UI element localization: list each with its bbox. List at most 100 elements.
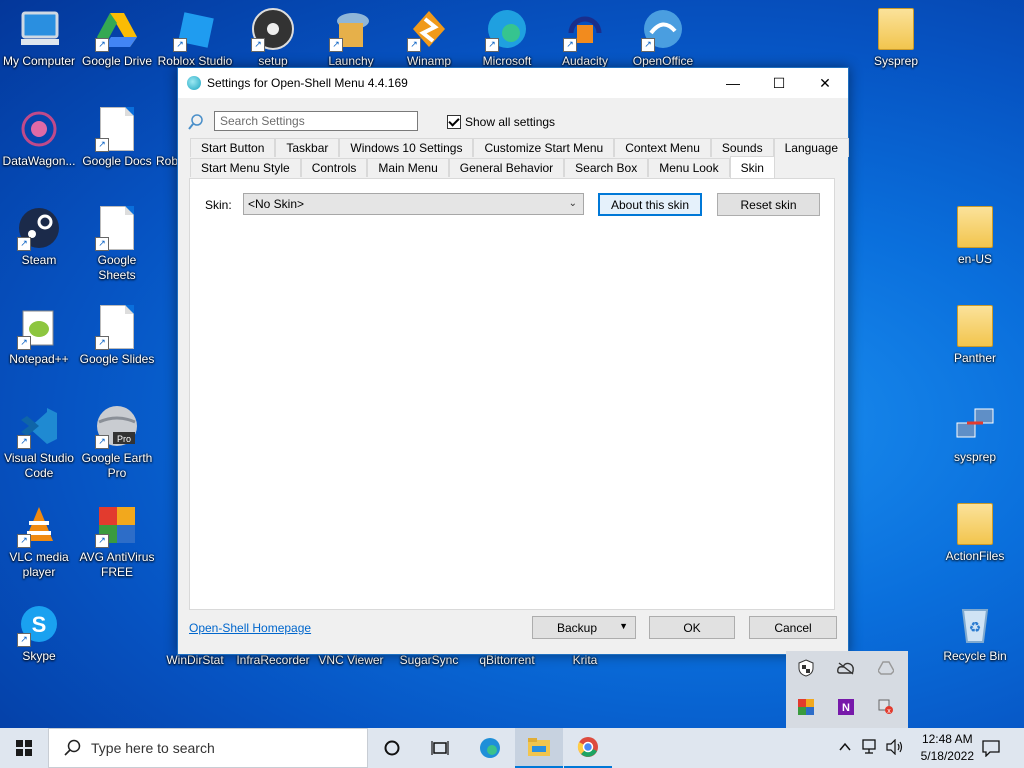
maximize-button[interactable]: ☐ xyxy=(756,68,802,98)
tab-row-2: Start Menu Style Controls Main Menu Gene… xyxy=(190,156,775,178)
desktop-icon-notepad-plus-plus[interactable]: ↗ Notepad++ xyxy=(0,298,78,367)
tab-controls[interactable]: Controls xyxy=(300,158,368,177)
search-settings-input[interactable]: Search Settings xyxy=(214,111,418,131)
tab-general-behavior[interactable]: General Behavior xyxy=(448,158,565,177)
network-error-tray-icon[interactable]: x xyxy=(876,697,896,717)
taskbar-clock[interactable]: 12:48 AM 5/18/2022 xyxy=(921,731,974,765)
about-this-skin-button[interactable]: About this skin xyxy=(598,193,702,216)
volume-icon[interactable] xyxy=(886,738,904,758)
tab-taskbar[interactable]: Taskbar xyxy=(275,138,340,157)
backup-button[interactable]: Backup ▼ xyxy=(532,616,636,639)
desktop-icon-google-drive[interactable]: ↗ Google Drive xyxy=(78,0,156,69)
title-bar[interactable]: Settings for Open-Shell Menu 4.4.169 — ☐… xyxy=(178,68,848,98)
desktop-icon-vlc[interactable]: ↗ VLC media player xyxy=(0,496,78,580)
roblox-icon xyxy=(156,106,178,152)
taskbar-search-placeholder: Type here to search xyxy=(91,740,215,756)
network-icon[interactable] xyxy=(862,739,880,758)
skin-panel: Skin: <No Skin> ⌄ About this skin Reset … xyxy=(189,178,835,610)
launchy-icon: ↗ xyxy=(327,6,375,52)
desktop-icon-en-us-folder[interactable]: en-US xyxy=(936,198,1014,267)
skype-icon: S ↗ xyxy=(15,601,63,647)
edge-icon xyxy=(480,738,500,758)
desktop-icon-winamp[interactable]: ↗ Winamp xyxy=(390,0,468,68)
clock-date: 5/18/2022 xyxy=(920,749,974,763)
tab-start-menu-style[interactable]: Start Menu Style xyxy=(190,158,301,177)
desktop-icon-openoffice[interactable]: ↗ OpenOffice xyxy=(624,0,702,68)
ok-button[interactable]: OK xyxy=(649,616,735,639)
desktop-icon-sysprep-folder[interactable]: Sysprep xyxy=(857,0,935,69)
dropdown-arrow-icon[interactable]: ▼ xyxy=(619,621,628,631)
tab-windows-10-settings[interactable]: Windows 10 Settings xyxy=(339,138,474,157)
show-hidden-icons-chevron-icon[interactable] xyxy=(838,740,852,757)
desktop-icon-panther-folder[interactable]: Panther xyxy=(936,297,1014,366)
cortana-circle-icon xyxy=(384,740,400,756)
backup-button-label: Backup xyxy=(557,620,598,635)
google-drive-tray-icon[interactable] xyxy=(876,658,896,678)
taskbar: Type here to search 12:48 AM 5/18/2022 xyxy=(0,728,1024,768)
tab-search-box[interactable]: Search Box xyxy=(564,158,649,177)
desktop-icon-avg-antivirus[interactable]: ↗ AVG AntiVirus FREE xyxy=(78,496,156,580)
desktop-icon-sysprep-exe[interactable]: sysprep xyxy=(936,396,1014,465)
task-view-button[interactable] xyxy=(416,728,464,768)
desktop-icon-google-docs[interactable]: ↗ Google Docs xyxy=(78,100,156,169)
cancel-button[interactable]: Cancel xyxy=(749,616,837,639)
open-shell-homepage-link[interactable]: Open-Shell Homepage xyxy=(189,621,311,635)
tab-start-button[interactable]: Start Button xyxy=(190,138,276,157)
onedrive-offline-icon[interactable] xyxy=(836,658,856,678)
skin-dropdown[interactable]: <No Skin> ⌄ xyxy=(243,193,584,215)
desktop-icon-google-sheets[interactable]: ↗ Google Sheets xyxy=(78,199,156,283)
search-icon xyxy=(63,739,81,757)
desktop-icon-steam[interactable]: ↗ Steam xyxy=(0,199,78,268)
svg-text:x: x xyxy=(887,708,891,715)
desktop-icon-skype[interactable]: S ↗ Skype xyxy=(0,595,78,664)
settings-window: Settings for Open-Shell Menu 4.4.169 — ☐… xyxy=(177,67,849,655)
desktop-icon-setup[interactable]: ↗ setup xyxy=(234,0,312,68)
tab-menu-look[interactable]: Menu Look xyxy=(648,158,730,177)
tab-customize-start-menu[interactable]: Customize Start Menu xyxy=(473,138,615,157)
desktop-icon-google-earth-pro[interactable]: Pro ↗ Google Earth Pro xyxy=(78,397,156,481)
recycle-bin-icon: ♻ xyxy=(951,601,999,647)
tab-context-menu[interactable]: Context Menu xyxy=(614,138,711,157)
windows-logo-icon xyxy=(16,740,32,756)
desktop-icon-visual-studio-code[interactable]: ↗ Visual Studio Code xyxy=(0,397,78,481)
tab-main-menu[interactable]: Main Menu xyxy=(367,158,449,177)
svg-text:♻: ♻ xyxy=(969,620,982,636)
tab-skin[interactable]: Skin xyxy=(729,156,775,178)
desktop-icon-actionfiles-folder[interactable]: ActionFiles xyxy=(936,495,1014,564)
checkbox-checked-icon[interactable] xyxy=(447,115,461,129)
folder-icon xyxy=(951,501,999,547)
show-all-settings-checkbox[interactable]: Show all settings xyxy=(447,115,555,129)
start-button[interactable] xyxy=(0,728,48,768)
disc-icon: ↗ xyxy=(249,6,297,52)
taskbar-chrome-button[interactable] xyxy=(564,728,612,768)
desktop-icon-audacity[interactable]: ↗ Audacity xyxy=(546,0,624,68)
desktop-icon-roblox-partial[interactable]: Rob xyxy=(156,100,178,169)
taskbar-file-explorer-button[interactable] xyxy=(515,728,563,768)
close-button[interactable]: ✕ xyxy=(802,68,848,98)
desktop-icon-my-computer[interactable]: My Computer xyxy=(0,0,78,69)
tab-language[interactable]: Language xyxy=(773,138,849,157)
taskbar-edge-button[interactable] xyxy=(466,728,514,768)
minimize-button[interactable]: — xyxy=(710,68,756,98)
security-shield-icon[interactable] xyxy=(796,658,816,678)
reset-skin-button[interactable]: Reset skin xyxy=(717,193,820,216)
notification-center-icon[interactable] xyxy=(982,739,1000,760)
svg-text:S: S xyxy=(32,612,47,637)
datawagon-icon xyxy=(15,106,63,152)
avg-tray-icon[interactable] xyxy=(796,697,816,717)
desktop-icon-roblox-studio[interactable]: ↗ Roblox Studio xyxy=(156,0,234,68)
onenote-tray-icon[interactable]: N xyxy=(836,697,856,717)
vlc-cone-icon: ↗ xyxy=(15,502,63,548)
cortana-button[interactable] xyxy=(368,728,416,768)
desktop-icon-recycle-bin[interactable]: ♻ Recycle Bin xyxy=(936,595,1014,664)
desktop-icon-launchy[interactable]: ↗ Launchy xyxy=(312,0,390,68)
taskbar-search-box[interactable]: Type here to search xyxy=(48,728,368,768)
desktop-icon-datawagon[interactable]: DataWagon... xyxy=(0,100,78,169)
network-computers-icon xyxy=(951,402,999,448)
desktop-icon-microsoft-edge[interactable]: ↗ Microsoft xyxy=(468,0,546,68)
folder-icon xyxy=(951,204,999,250)
tab-sounds[interactable]: Sounds xyxy=(710,138,774,157)
open-shell-app-icon xyxy=(187,76,201,90)
desktop-icon-google-slides[interactable]: ↗ Google Slides xyxy=(78,298,156,367)
clock-time: 12:48 AM xyxy=(921,732,973,746)
